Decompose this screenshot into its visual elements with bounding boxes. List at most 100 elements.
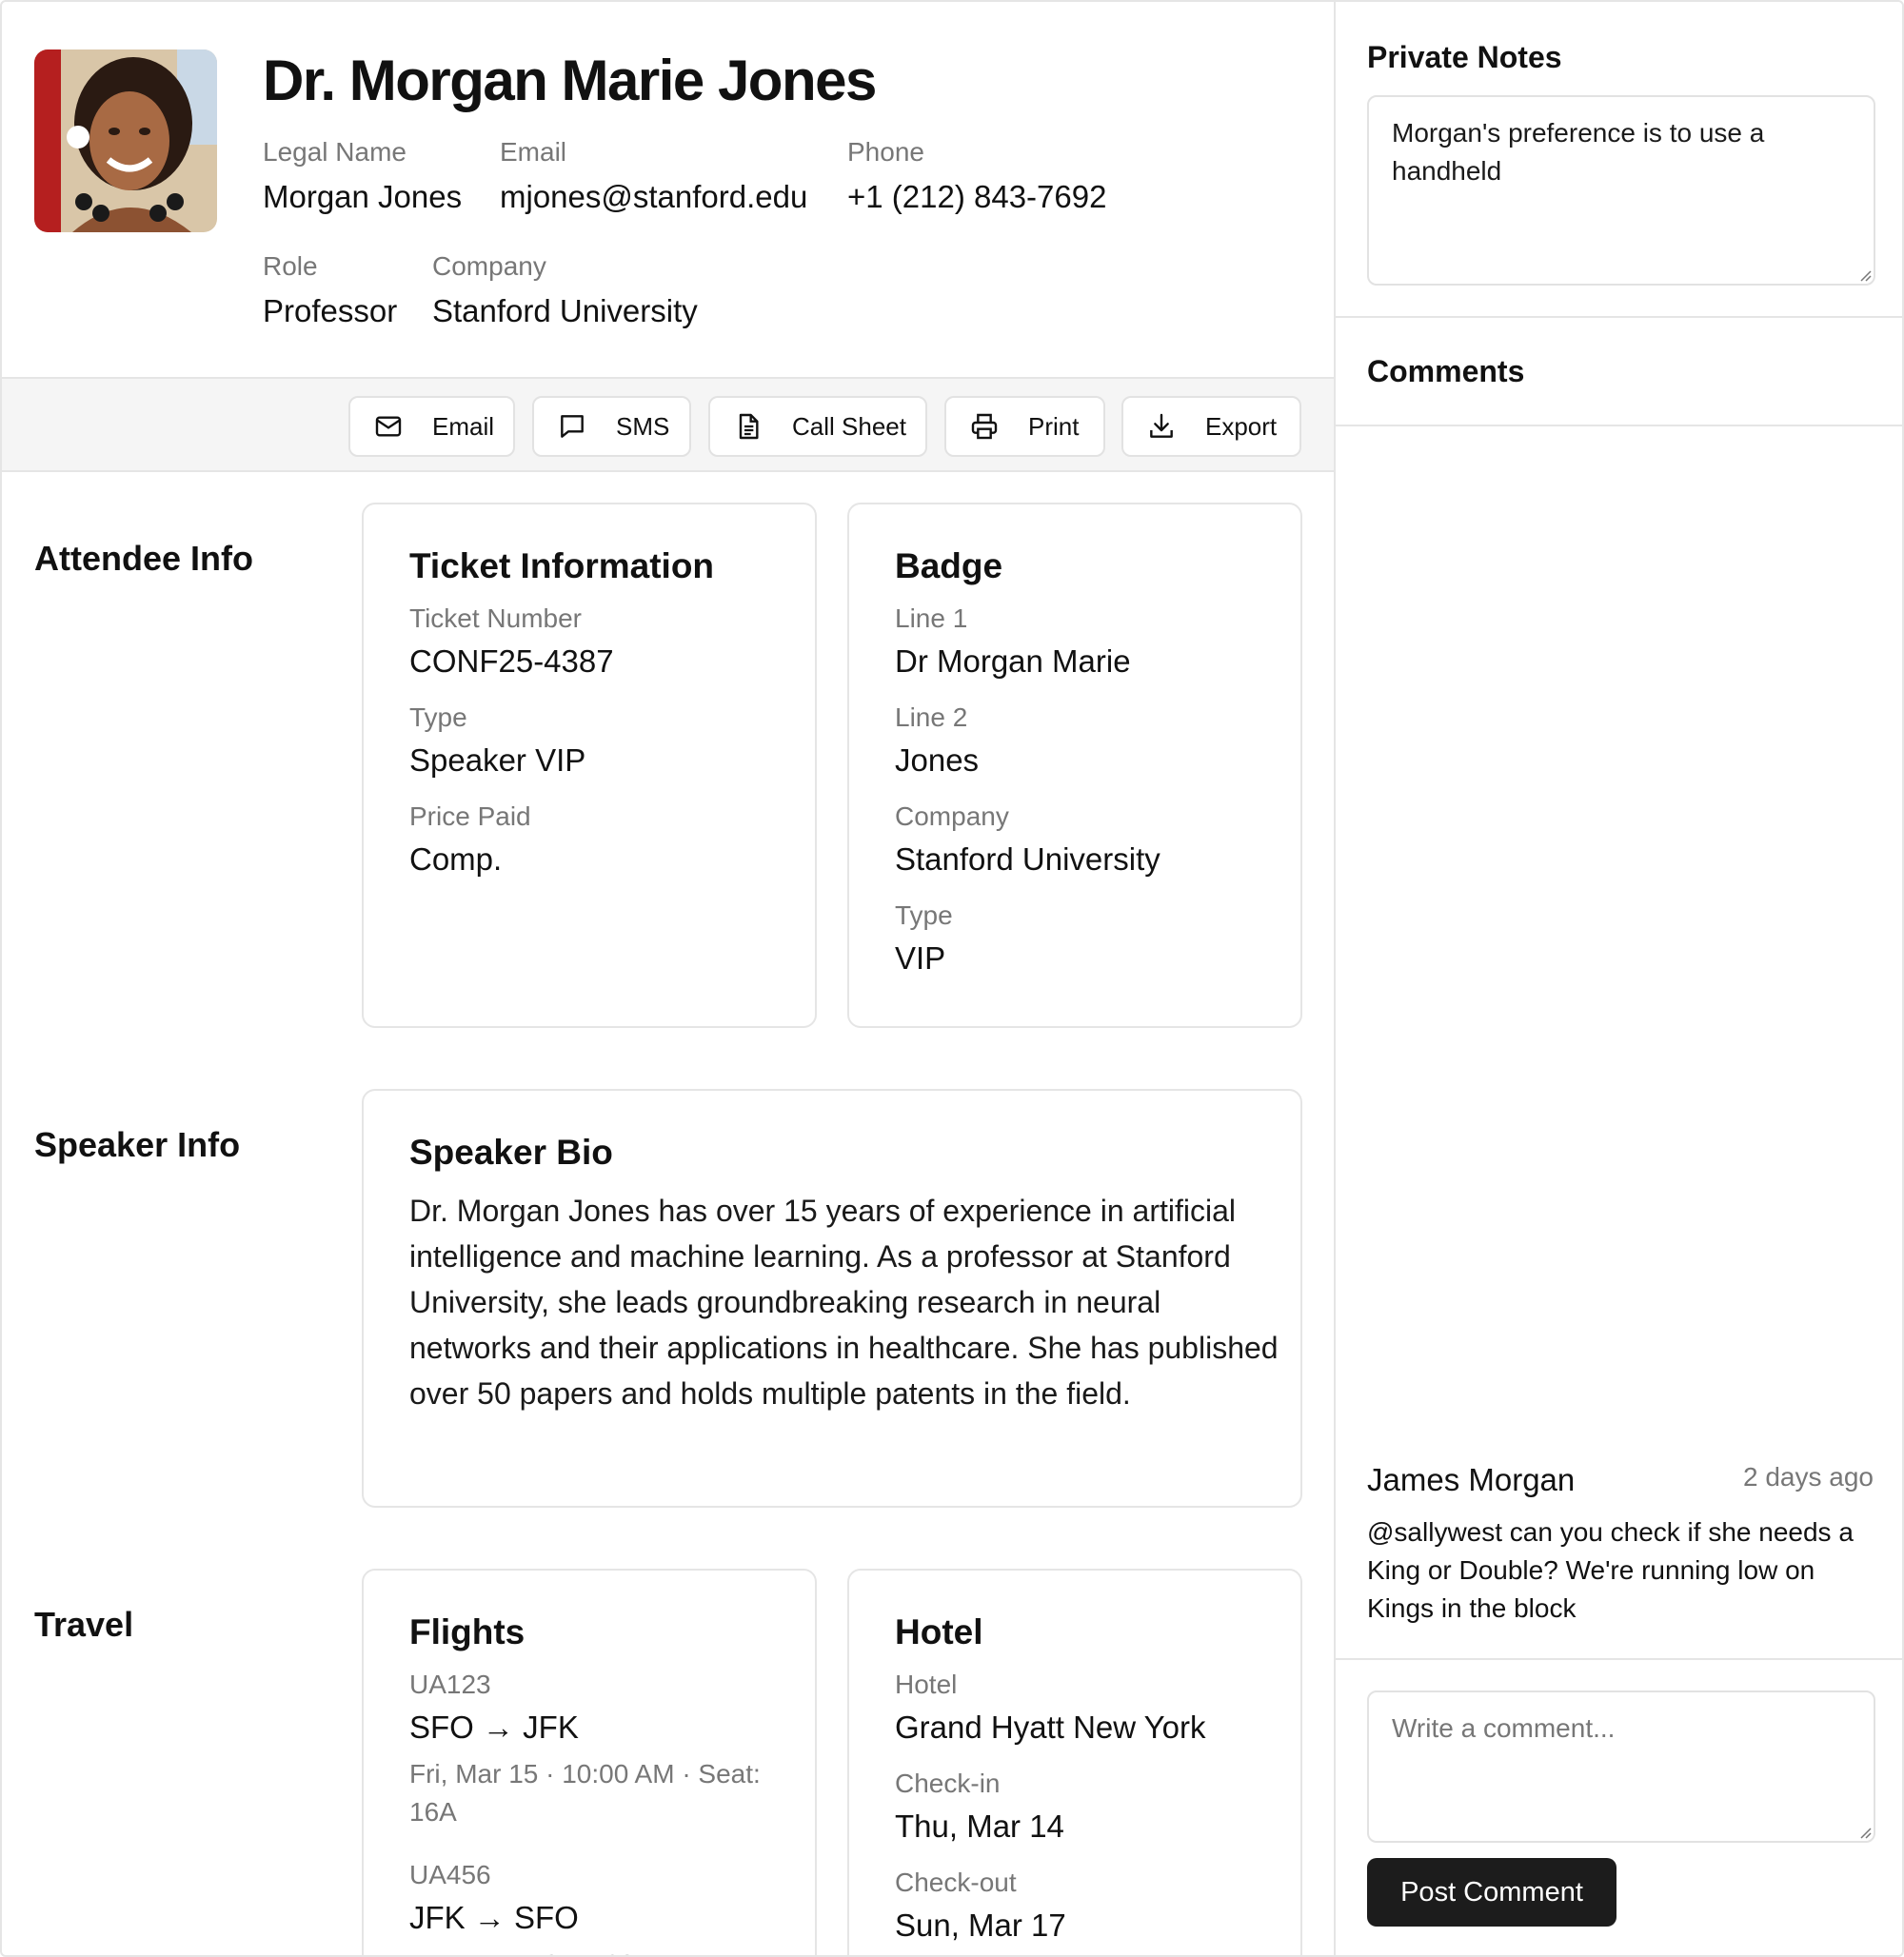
ticket-information-card: Ticket Information Ticket Number CONF25-…	[362, 503, 817, 1028]
badge-line2-label: Line 2	[895, 702, 968, 732]
badge-card-title: Badge	[895, 546, 1003, 585]
legal-name-field: Legal Name Morgan Jones	[263, 137, 462, 215]
badge-company-label: Company	[895, 801, 1009, 831]
company-label: Company	[432, 251, 546, 281]
flight-detail: Mon, Mar 18 · 7:30 PM	[409, 1946, 790, 1955]
flights-card-title: Flights	[409, 1612, 526, 1651]
post-comment-button[interactable]: Post Comment	[1367, 1858, 1616, 1927]
divider	[1336, 425, 1902, 426]
badge-type-label: Type	[895, 900, 953, 930]
checkout-field: Check-out Sun, Mar 17	[895, 1868, 1066, 1944]
divider	[1336, 316, 1902, 318]
attendee-info-heading: Attendee Info	[34, 539, 253, 578]
attendee-profile-window: Dr. Morgan Marie Jones Legal Name Morgan…	[0, 0, 1904, 1957]
checkin-value: Thu, Mar 14	[895, 1809, 1064, 1844]
call-sheet-button[interactable]: Call Sheet	[708, 396, 927, 457]
price-paid-field: Price Paid Comp.	[409, 801, 531, 878]
badge-type-field: Type VIP	[895, 900, 953, 977]
badge-line1-value: Dr Morgan Marie	[895, 643, 1131, 679]
hotel-name-field: Hotel Grand Hyatt New York	[895, 1670, 1206, 1746]
ticket-type-value: Speaker VIP	[409, 742, 586, 778]
company-value: Stanford University	[432, 293, 698, 328]
comment-text: @sallywest can you check if she needs a …	[1367, 1517, 1854, 1623]
main-panel: Dr. Morgan Marie Jones Legal Name Morgan…	[2, 2, 1334, 1955]
flights-card: Flights UA123 SFO → JFK Fri, Mar 15 · 10…	[362, 1569, 817, 1955]
phone-value[interactable]: +1 (212) 843-7692	[847, 179, 1106, 215]
price-paid-value: Comp.	[409, 841, 503, 877]
comment-author: James Morgan	[1367, 1462, 1576, 1497]
email-field: Email mjones@stanford.edu	[500, 137, 807, 215]
attendee-name: Dr. Morgan Marie Jones	[263, 49, 877, 112]
hotel-card: Hotel Hotel Grand Hyatt New York Check-i…	[847, 1569, 1302, 1955]
resize-grip-icon[interactable]	[1858, 1826, 1872, 1839]
checkout-value: Sun, Mar 17	[895, 1908, 1066, 1943]
speaker-bio-title: Speaker Bio	[409, 1133, 613, 1172]
printer-icon	[971, 413, 998, 440]
speaker-bio-card: Speaker Bio Dr. Morgan Jones has over 15…	[362, 1089, 1302, 1508]
badge-type-value: VIP	[895, 940, 946, 976]
comments-title: Comments	[1367, 354, 1525, 388]
checkout-label: Check-out	[895, 1868, 1017, 1897]
ticket-card-title: Ticket Information	[409, 546, 715, 585]
ticket-type-field: Type Speaker VIP	[409, 702, 585, 779]
flight-code: UA456	[409, 1860, 491, 1889]
comment-input[interactable]: Write a comment...	[1367, 1690, 1875, 1843]
checkin-label: Check-in	[895, 1769, 1001, 1798]
role-field: Role Professor	[263, 251, 397, 329]
flight-item: UA123 SFO → JFK Fri, Mar 15 · 10:00 AM ·…	[409, 1670, 790, 1831]
download-icon	[1150, 413, 1173, 438]
badge-card: Badge Line 1 Dr Morgan Marie Line 2 Jone…	[847, 503, 1302, 1028]
badge-line1-field: Line 1 Dr Morgan Marie	[895, 603, 1131, 680]
print-button[interactable]: Print	[944, 396, 1105, 457]
legal-name-value: Morgan Jones	[263, 179, 463, 214]
call-sheet-button-label: Call Sheet	[792, 411, 906, 441]
company-field: Company Stanford University	[432, 251, 698, 329]
badge-line1-label: Line 1	[895, 603, 968, 633]
email-button-label: Email	[432, 411, 495, 441]
flight-route: JFK → SFO	[409, 1900, 579, 1935]
hotel-name-value: Grand Hyatt New York	[895, 1710, 1206, 1745]
speaker-info-heading: Speaker Info	[34, 1125, 241, 1164]
flight-route: SFO → JFK	[409, 1710, 579, 1745]
print-button-label: Print	[1028, 411, 1080, 441]
checkin-field: Check-in Thu, Mar 14	[895, 1769, 1064, 1845]
ticket-number-label: Ticket Number	[409, 603, 583, 633]
hotel-card-title: Hotel	[895, 1612, 983, 1651]
private-notes-title: Private Notes	[1367, 40, 1562, 74]
flight-code: UA123	[409, 1670, 491, 1699]
legal-name-label: Legal Name	[263, 137, 407, 167]
mail-icon	[375, 416, 402, 437]
role-label: Role	[263, 251, 318, 281]
chat-icon	[561, 415, 584, 438]
phone-field: Phone +1 (212) 843-7692	[847, 137, 1106, 215]
export-button[interactable]: Export	[1121, 396, 1301, 457]
flight-item: UA456 JFK → SFO Mon, Mar 18 · 7:30 PM	[409, 1860, 790, 1955]
badge-company-value: Stanford University	[895, 841, 1160, 877]
sms-button-label: SMS	[616, 411, 670, 441]
document-icon	[739, 413, 759, 440]
badge-company-field: Company Stanford University	[895, 801, 1160, 878]
sidebar-panel: Private Notes Morgan's preference is to …	[1334, 2, 1902, 1955]
hotel-name-label: Hotel	[895, 1670, 958, 1699]
travel-heading: Travel	[34, 1605, 134, 1644]
phone-label: Phone	[847, 137, 924, 167]
role-value: Professor	[263, 293, 398, 328]
email-value[interactable]: mjones@stanford.edu	[500, 179, 807, 215]
divider	[1336, 1658, 1902, 1660]
speaker-bio-text: Dr. Morgan Jones has over 15 years of ex…	[409, 1194, 1279, 1411]
ticket-number-field: Ticket Number CONF25-4387	[409, 603, 614, 680]
action-toolbar: Email SMS Call Sheet Print Export	[2, 377, 1334, 472]
ticket-number-value: CONF25-4387	[409, 643, 614, 679]
badge-line2-field: Line 2 Jones	[895, 702, 979, 779]
private-notes-textarea[interactable]: Morgan's preference is to use a handheld	[1367, 95, 1875, 286]
sms-button[interactable]: SMS	[532, 396, 691, 457]
comment-timestamp: 2 days ago	[1743, 1462, 1874, 1492]
email-label: Email	[500, 137, 567, 167]
resize-grip-icon[interactable]	[1858, 268, 1872, 282]
price-paid-label: Price Paid	[409, 801, 531, 831]
email-button[interactable]: Email	[348, 396, 515, 457]
ticket-type-label: Type	[409, 702, 467, 732]
export-button-label: Export	[1205, 411, 1278, 441]
flight-detail: Fri, Mar 15 · 10:00 AM · Seat: 16A	[409, 1759, 761, 1827]
badge-line2-value: Jones	[895, 742, 980, 778]
